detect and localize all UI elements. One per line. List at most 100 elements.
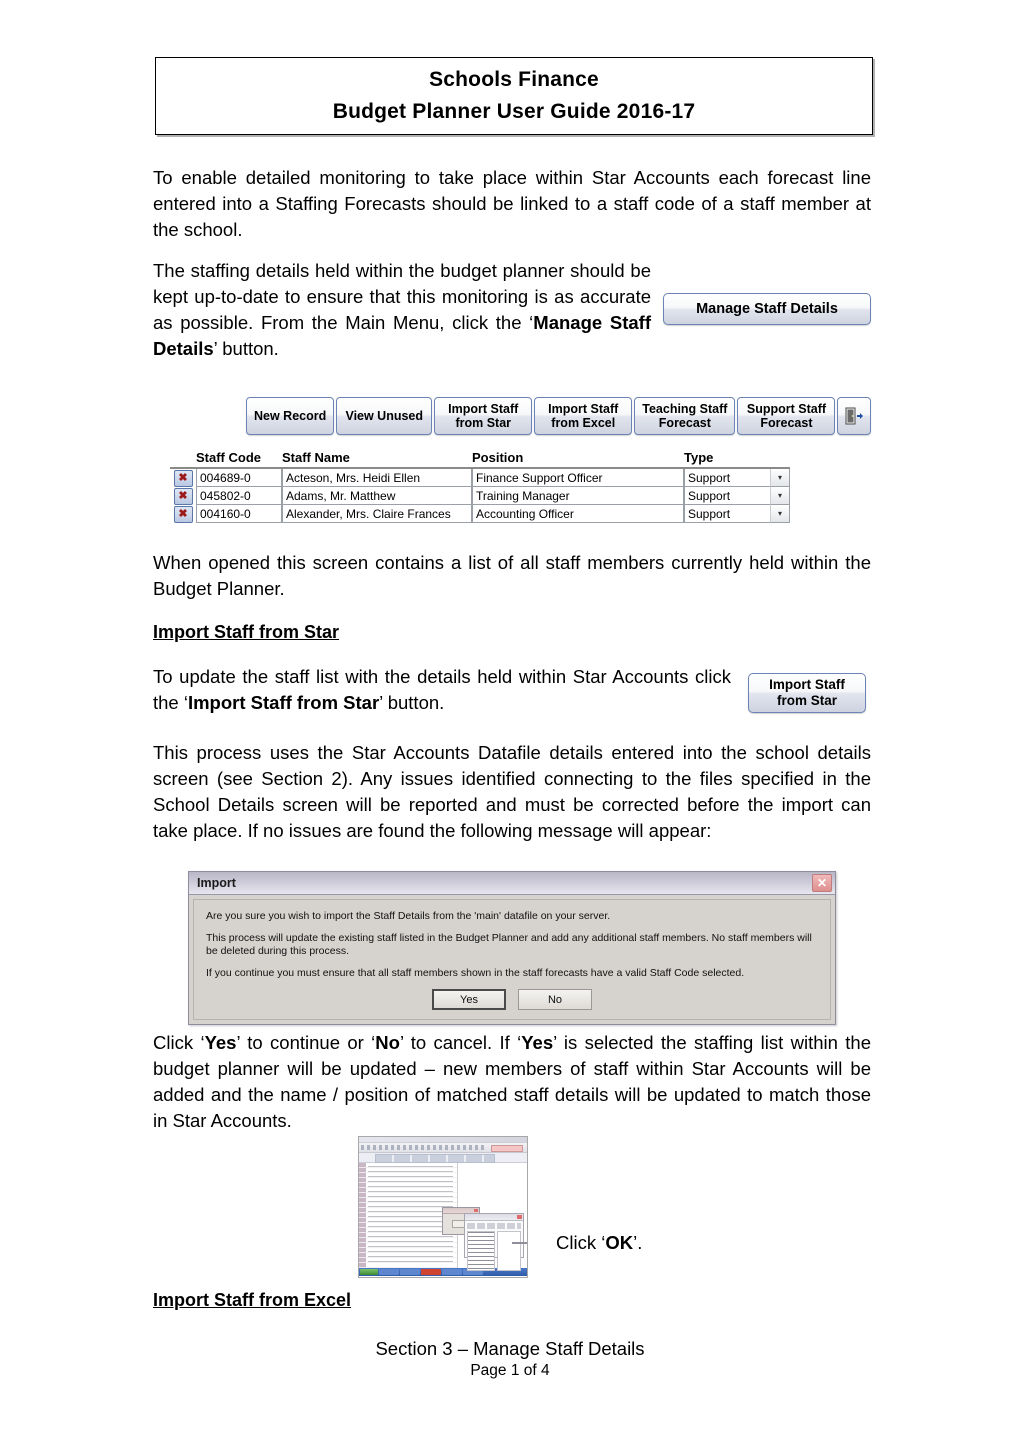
delete-row-icon[interactable]: ✖ [173, 505, 193, 523]
staff-row-delete-cell[interactable]: ✖ [170, 505, 196, 523]
staff-table-header-position: Position [472, 450, 524, 465]
import-dialog: Import ✕ Are you sure you wish to import… [188, 871, 836, 1025]
import-dialog-body: Are you sure you wish to import the Staf… [193, 899, 831, 1020]
import-dialog-text-2: This process will update the existing st… [206, 932, 812, 957]
import-dialog-title: Import [197, 876, 236, 890]
toolbar-view-unused-label: View Unused [345, 409, 424, 423]
staff-table-header-staff-code: Staff Code [196, 450, 261, 465]
staff-row-name: Adams, Mr. Matthew [282, 487, 472, 505]
staff-row-type: Support [684, 487, 770, 505]
thumbnail-main-area [359, 1163, 527, 1271]
delete-row-icon[interactable]: ✖ [173, 469, 193, 487]
toolbar-view-unused-button[interactable]: View Unused [336, 397, 433, 435]
yes-button[interactable]: Yes [432, 989, 506, 1010]
no-button[interactable]: No [518, 989, 592, 1010]
document-page: Schools Finance Budget Planner User Guid… [0, 0, 1020, 1443]
toolbar-teaching-forecast-label-2: Forecast [658, 416, 711, 430]
import-staff-from-star-button[interactable]: Import Staff from Star [748, 673, 866, 713]
p6-yes-2: Yes [521, 1032, 554, 1053]
table-row[interactable]: ✖ 004160-0 Alexander, Mrs. Claire France… [170, 505, 790, 523]
thumbnail-ribbon [359, 1143, 527, 1153]
click-ok-caption: Click ‘OK’. [556, 1232, 642, 1254]
heading-import-staff-from-star: Import Staff from Star [153, 622, 340, 642]
import-dialog-titlebar: Import ✕ [189, 872, 835, 895]
staff-table-header-staff-name: Staff Name [282, 450, 350, 465]
staff-row-name: Alexander, Mrs. Claire Frances [282, 505, 472, 523]
thumbnail-taskbar-item [400, 1269, 420, 1275]
p6-yes-1: Yes [204, 1032, 237, 1053]
toolbar-import-excel-label-2: from Excel [551, 416, 616, 430]
chevron-down-icon: ▾ [777, 490, 782, 500]
p6-text-b: ’ to continue or ‘ [236, 1032, 376, 1053]
thumbnail-properties-panel [464, 1213, 527, 1271]
footer-page-number: Page 1 of 4 [470, 1362, 550, 1379]
paragraph-process-datafile: This process uses the Star Accounts Data… [153, 742, 871, 841]
staff-row-position: Training Manager [472, 487, 684, 505]
staff-row-type: Support [684, 469, 770, 487]
staff-row-code: 045802-0 [196, 487, 282, 505]
thumbnail-taskbar-item-active [421, 1269, 441, 1275]
toolbar-support-forecast-label-1: Support Staff [746, 402, 827, 416]
toolbar-import-star-label-2: from Star [455, 416, 512, 430]
title-line-1: Schools Finance [429, 67, 599, 91]
staff-table-header-type: Type [684, 450, 714, 465]
toolbar-support-staff-forecast-button[interactable]: Support Staff Forecast [737, 397, 836, 435]
import-dialog-text-1: Are you sure you wish to import the Staf… [206, 910, 611, 922]
import-star-button-label-1: Import Staff [769, 677, 845, 692]
table-row[interactable]: ✖ 004689-0 Acteson, Mrs. Heidi Ellen Fin… [170, 469, 790, 487]
thumbnail-right-pane [442, 1163, 527, 1271]
toolbar-exit-button[interactable] [837, 397, 872, 435]
paragraph-staffing-details-text-c: ’ button. [213, 338, 279, 359]
paragraph-click-yes-no: Click ‘Yes’ to continue or ‘No’ to cance… [153, 1030, 871, 1134]
click-ok-text-c: ’. [633, 1232, 643, 1253]
thumbnail-panel-titlebar [465, 1214, 523, 1221]
staff-row-delete-cell[interactable]: ✖ [170, 469, 196, 487]
table-row[interactable]: ✖ 045802-0 Adams, Mr. Matthew Training M… [170, 487, 790, 505]
thumbnail-panel-detail [497, 1231, 527, 1271]
staff-row-name: Acteson, Mrs. Heidi Ellen [282, 469, 472, 487]
exit-door-icon [845, 407, 864, 425]
toolbar-teaching-staff-forecast-button[interactable]: Teaching Staff Forecast [634, 397, 736, 435]
staff-details-table: Staff Code Staff Name Position Type ✖ 00… [170, 450, 790, 523]
staff-row-type: Support [684, 505, 770, 523]
import-dialog-text-3: If you continue you must ensure that all… [206, 967, 745, 979]
staff-details-toolbar: New Record View Unused Import Staff from… [246, 397, 872, 435]
staff-row-type-dropdown[interactable]: ▾ [770, 469, 790, 487]
p6-text-a: Click ‘ [153, 1032, 205, 1053]
heading-import-staff-from-excel: Import Staff from Excel [153, 1290, 352, 1310]
staff-row-position: Finance Support Officer [472, 469, 684, 487]
toolbar-new-record-button[interactable]: New Record [246, 397, 335, 435]
thumbnail-toolbar [359, 1153, 527, 1163]
manage-staff-details-button[interactable]: Manage Staff Details [663, 293, 871, 325]
title-line-2: Budget Planner User Guide 2016-17 [332, 100, 696, 123]
staff-row-code: 004689-0 [196, 469, 282, 487]
delete-row-icon[interactable]: ✖ [173, 487, 193, 505]
paragraph-import-star: To update the staff list with the detail… [153, 664, 731, 716]
staff-row-type-dropdown[interactable]: ▾ [770, 487, 790, 505]
import-star-emphasis: Import Staff from Star [187, 692, 380, 713]
thumbnail-panel-content [467, 1231, 527, 1271]
staff-table-header-spacer [170, 450, 196, 465]
toolbar-import-staff-from-star-button[interactable]: Import Staff from Star [434, 397, 533, 435]
staff-row-type-dropdown[interactable]: ▾ [770, 505, 790, 523]
chevron-down-icon: ▾ [777, 508, 782, 518]
thumbnail-panel-toolbar [467, 1223, 521, 1229]
document-title-box: Schools Finance Budget Planner User Guid… [155, 57, 873, 135]
close-icon[interactable]: ✕ [812, 874, 832, 892]
paragraph-intro: To enable detailed monitoring to take pl… [153, 167, 871, 240]
import-dialog-button-row: Yes No [194, 989, 830, 1010]
click-ok-emphasis: OK [605, 1232, 634, 1253]
footer-section: Section 3 – Manage Staff Details [375, 1338, 645, 1359]
thumbnail-panel-list [467, 1231, 495, 1271]
staff-row-delete-cell[interactable]: ✖ [170, 487, 196, 505]
staff-table-header-row: Staff Code Staff Name Position Type [170, 450, 790, 469]
toolbar-import-staff-from-excel-button[interactable]: Import Staff from Excel [534, 397, 633, 435]
p6-no: No [375, 1032, 400, 1053]
paragraph-when-opened: When opened this screen contains a list … [153, 552, 871, 599]
thumbnail-start-button [360, 1269, 378, 1275]
click-ok-text-a: Click ‘ [556, 1232, 606, 1253]
chevron-down-icon: ▾ [777, 472, 782, 482]
toolbar-import-excel-label-1: Import Staff [548, 402, 619, 416]
toolbar-teaching-forecast-label-1: Teaching Staff [642, 402, 728, 416]
staff-row-code: 004160-0 [196, 505, 282, 523]
